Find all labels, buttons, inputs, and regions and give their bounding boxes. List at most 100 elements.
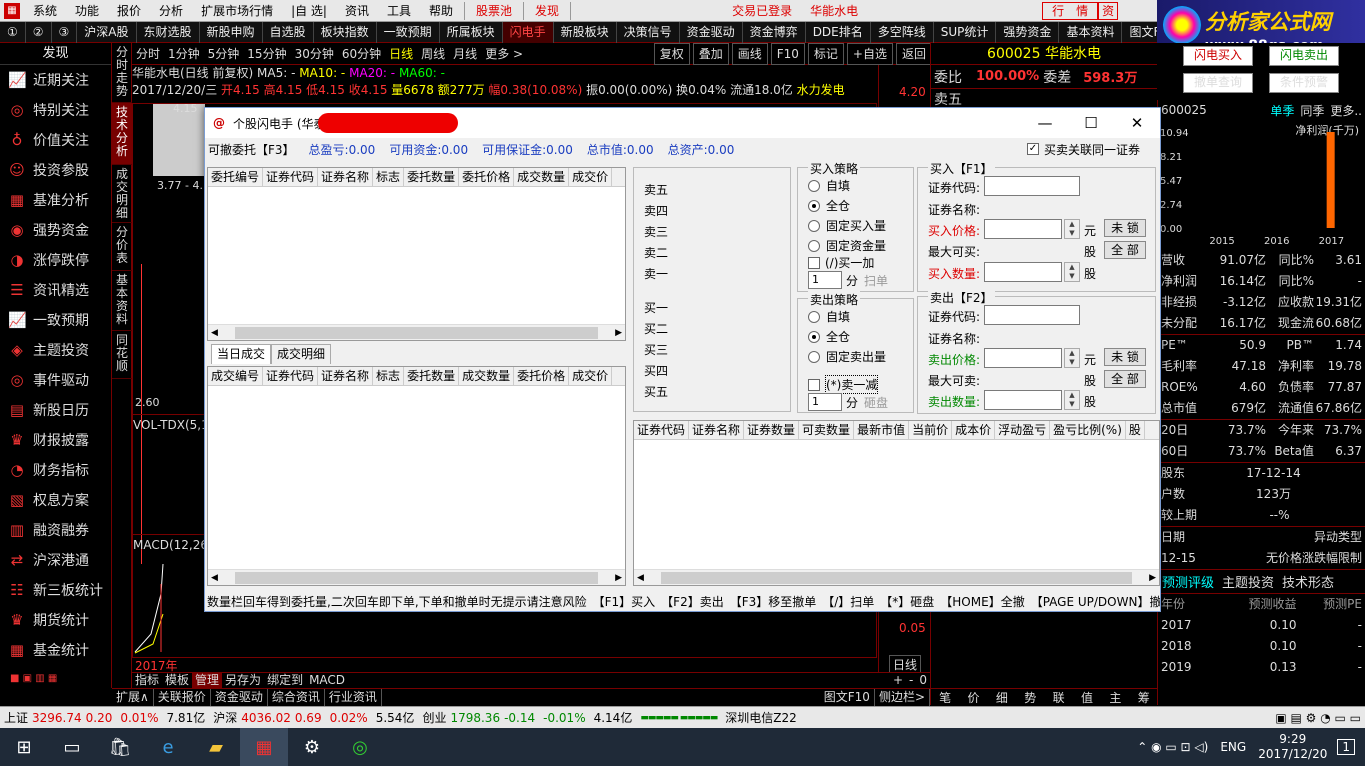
wechat-icon[interactable]: ◎ (336, 728, 384, 766)
sync-security-checkbox[interactable]: ✓ 买卖关联同一证券 (1026, 141, 1140, 158)
stock-app-icon[interactable]: ▦ (240, 728, 288, 766)
side-icon[interactable]: 价 (959, 689, 987, 706)
flash-buy-button[interactable]: 闪电买入 (1183, 46, 1253, 66)
column-header[interactable]: 可卖数量 (799, 421, 855, 439)
period-60min[interactable]: 60分钟 (338, 43, 385, 65)
fin-tab-more[interactable]: 更多.. (1330, 102, 1362, 119)
column-header[interactable]: 证券代码 (634, 421, 690, 439)
overlay-button[interactable]: 叠加 (692, 42, 729, 65)
column-header[interactable]: 最新市值 (854, 421, 910, 439)
add-watchlist-button[interactable]: +自选 (846, 42, 893, 65)
zi-button[interactable]: 资 (1098, 1, 1119, 20)
nav-item[interactable]: ☷ 新三板统计 (0, 575, 111, 605)
orders-scrollbar[interactable]: ◀ ▶ (208, 324, 625, 340)
tab-pattern[interactable]: 技术形态 (1278, 572, 1338, 591)
toolbar-item[interactable]: 多空阵线 (871, 21, 934, 43)
task-view-icon[interactable]: ▭ (48, 728, 96, 766)
column-header[interactable]: 证券名称 (318, 367, 374, 385)
flash-sell-button[interactable]: 闪电卖出 (1269, 46, 1339, 66)
sell-strategy-radio[interactable]: 固定卖出量 (808, 347, 886, 367)
toolbar-item[interactable]: 资金驱动 (680, 21, 743, 43)
toolbar-item[interactable]: 一致预期 (377, 21, 440, 43)
f10-button[interactable]: F10 (770, 42, 805, 65)
tab-today-deals[interactable]: 当日成交 (211, 344, 272, 364)
sell-all-button[interactable]: 全 部 (1104, 370, 1146, 388)
dump-label[interactable]: 砸盘 (864, 394, 888, 411)
tab-template[interactable]: 模板 (162, 673, 192, 688)
column-header[interactable]: 委托价格 (459, 168, 515, 186)
nav-item[interactable]: ⇄ 沪深港通 (0, 545, 111, 575)
menu-tools[interactable]: 工具 (378, 0, 420, 22)
column-header[interactable]: 成交价 (569, 168, 613, 186)
column-header[interactable]: 证券代码 (263, 168, 319, 186)
menu-ext-market[interactable]: 扩展市场行情 (192, 0, 282, 22)
clock[interactable]: 9:29 2017/12/20 (1258, 732, 1327, 762)
nav-item[interactable]: ◎ 特别关注 (0, 95, 111, 125)
column-header[interactable]: 标志 (373, 367, 405, 385)
back-button[interactable]: 返回 (895, 42, 932, 65)
dialog-titlebar[interactable]: @ 个股闪电手 (华泰证 — ☐ ✕ (205, 108, 1160, 138)
nav-bottom-icons[interactable]: ■ ▣ ▥ ▦ (10, 673, 57, 684)
industry-news-tab[interactable]: 行业资讯 (325, 689, 382, 706)
tray-icons[interactable]: ▣ ▤ ⚙ ◔ ▭ ▭ (1271, 707, 1365, 729)
column-header[interactable]: 成本价 (952, 421, 996, 439)
vtab-intraday[interactable]: 分时走势 (112, 43, 132, 103)
toolbar-item[interactable]: 板块指数 (314, 21, 377, 43)
period-monthly[interactable]: 月线 (449, 43, 481, 65)
close-icon[interactable]: ✕ (1114, 108, 1160, 138)
nav-item[interactable]: ♁ 价值关注 (0, 125, 111, 155)
sell-price-spinner[interactable]: ▲ ▼ (1064, 348, 1080, 368)
toolbar-item[interactable]: 资金博弈 (743, 21, 806, 43)
draw-button[interactable]: 画线 (731, 42, 768, 65)
sell-tick-input[interactable]: 1 (808, 393, 842, 411)
sweep-label[interactable]: 扫单 (864, 272, 888, 289)
trades-scrollbar[interactable]: ◀ ▶ (208, 569, 625, 585)
expand-tab[interactable]: 扩展∧ (112, 689, 154, 706)
column-header[interactable]: 标志 (373, 168, 405, 186)
toolbar-item[interactable]: 新股申购 (200, 21, 263, 43)
toolbar-item[interactable]: ③ (52, 21, 78, 43)
tab-macd[interactable]: MACD (306, 673, 348, 688)
sidebar-tab[interactable]: 侧边栏> (875, 689, 930, 706)
mark-button[interactable]: 标记 (807, 42, 844, 65)
toolbar-item[interactable]: 决策信号 (617, 21, 680, 43)
nav-item[interactable]: ◑ 涨停跌停 (0, 245, 111, 275)
reset-button[interactable]: 0 (916, 673, 930, 688)
nav-item[interactable]: ▦ 基准分析 (0, 185, 111, 215)
cancelable-orders-label[interactable]: 可撤委托【F3】 (208, 141, 295, 158)
menu-system[interactable]: 系统 (24, 0, 66, 22)
column-header[interactable]: 股 (1126, 421, 1145, 439)
f10-tab[interactable]: 图文F10 (820, 689, 875, 706)
toolbar-item[interactable]: ① (0, 21, 26, 43)
buy-plus-checkbox[interactable]: (/)买一加 (808, 254, 874, 271)
column-header[interactable]: 成交编号 (208, 367, 264, 385)
vtab-price-table[interactable]: 分价表 (112, 223, 132, 271)
toolbar-item[interactable]: ② (26, 21, 52, 43)
toolbar-item[interactable]: 自选股 (263, 21, 314, 43)
vtab-ths[interactable]: 同花顺 (112, 331, 132, 379)
nav-item[interactable]: ☰ 资讯精选 (0, 275, 111, 305)
nav-item[interactable]: ◔ 财务指标 (0, 455, 111, 485)
side-icon[interactable]: 值 (1073, 689, 1101, 706)
fin-tab-same-quarter[interactable]: 同季 (1300, 102, 1324, 119)
nav-item[interactable]: ◎ 事件驱动 (0, 365, 111, 395)
tab-forecast[interactable]: 预测评级 (1158, 572, 1218, 591)
zoom-in-button[interactable]: + (890, 673, 906, 688)
buy-all-button[interactable]: 全 部 (1104, 241, 1146, 259)
nav-item[interactable]: ☺ 投资参股 (0, 155, 111, 185)
nav-item[interactable]: ▥ 融资融券 (0, 515, 111, 545)
toolbar-item-active[interactable]: 闪电手 (502, 21, 554, 43)
sell-minus-checkbox[interactable]: (*)卖一减 (808, 375, 879, 394)
nav-item[interactable]: 📈 近期关注 (0, 65, 111, 95)
buy-qty-input[interactable] (984, 262, 1062, 282)
settings-icon[interactable]: ⚙ (288, 728, 336, 766)
buy-lock-button[interactable]: 未 锁 (1104, 219, 1146, 237)
column-header[interactable]: 成交价 (569, 367, 613, 385)
period-1min[interactable]: 1分钟 (164, 43, 204, 65)
toolbar-item[interactable]: SUP统计 (934, 21, 997, 43)
menu-watchlist[interactable]: |自 选| (282, 0, 336, 22)
side-icon[interactable]: 主 (1101, 689, 1129, 706)
period-more[interactable]: 更多 > (481, 43, 527, 65)
condition-alert-button[interactable]: 条件预警 (1269, 73, 1339, 93)
column-header[interactable]: 成交数量 (459, 367, 515, 385)
